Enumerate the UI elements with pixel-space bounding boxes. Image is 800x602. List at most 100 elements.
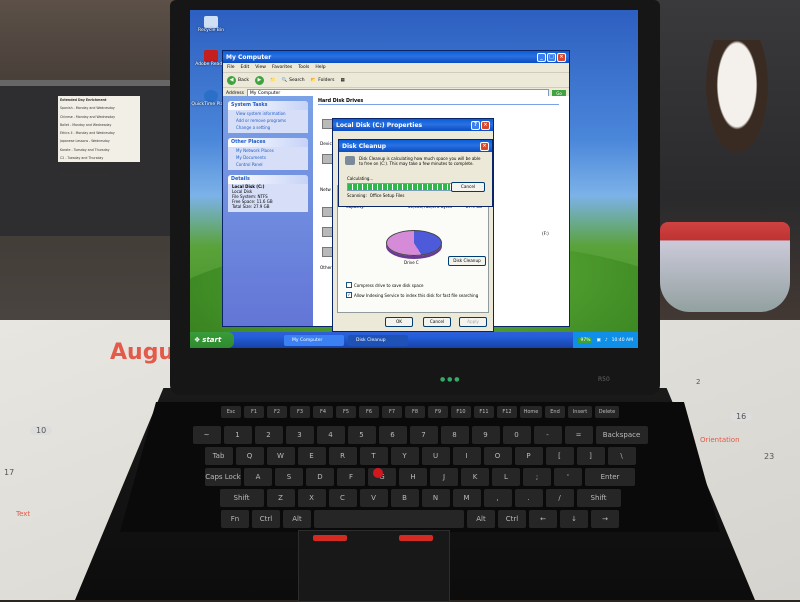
key[interactable]: ; <box>523 468 551 486</box>
ok-button[interactable]: OK <box>385 317 413 327</box>
key[interactable]: J <box>430 468 458 486</box>
clock[interactable]: 10:40 AM <box>612 338 633 343</box>
dialog-titlebar[interactable]: Local Disk (C:) Properties ? × <box>333 119 493 131</box>
key[interactable]: E <box>297 447 326 465</box>
folders-button[interactable]: 📂 Folders <box>311 78 335 83</box>
key[interactable]: ← <box>529 510 557 528</box>
close-button[interactable]: × <box>481 120 490 130</box>
details-header[interactable]: Details <box>228 175 308 184</box>
key[interactable]: D <box>306 468 334 486</box>
taskbar-item-disk-cleanup[interactable]: Disk Cleanup <box>348 334 408 346</box>
menu-tools[interactable]: Tools <box>298 65 309 70</box>
key[interactable]: Home <box>520 406 542 418</box>
task-link[interactable]: Change a setting <box>228 124 308 133</box>
key[interactable]: F6 <box>359 406 379 418</box>
key[interactable]: Esc <box>221 406 241 418</box>
key[interactable]: 4 <box>316 426 345 444</box>
key[interactable]: K <box>461 468 489 486</box>
back-button[interactable]: ◀ Back <box>227 75 249 85</box>
minimize-button[interactable]: _ <box>537 52 546 62</box>
apply-button[interactable]: Apply <box>459 317 487 327</box>
key[interactable]: Alt <box>467 510 495 528</box>
key[interactable]: A <box>244 468 272 486</box>
key[interactable]: F8 <box>405 406 425 418</box>
key[interactable]: F12 <box>497 406 517 418</box>
close-button[interactable]: × <box>480 141 489 151</box>
key[interactable]: F <box>337 468 365 486</box>
close-button[interactable]: × <box>557 52 566 62</box>
key[interactable]: 8 <box>440 426 469 444</box>
taskbar-item-my-computer[interactable]: My Computer <box>284 334 344 346</box>
system-tasks-header[interactable]: System Tasks <box>228 101 308 110</box>
key[interactable]: C <box>328 489 357 507</box>
key[interactable]: F10 <box>451 406 471 418</box>
compress-checkbox[interactable]: Compress drive to save disk space <box>346 282 424 288</box>
touchpad[interactable] <box>298 530 450 602</box>
key[interactable]: ' <box>554 468 582 486</box>
key[interactable]: Q <box>235 447 264 465</box>
key[interactable]: Delete <box>595 406 619 418</box>
start-button[interactable]: ❖ start <box>190 332 234 348</box>
key[interactable]: T <box>359 447 388 465</box>
key[interactable]: V <box>359 489 388 507</box>
key[interactable]: End <box>545 406 565 418</box>
volume-icon[interactable]: ♪ <box>605 338 608 343</box>
key[interactable]: Alt <box>283 510 311 528</box>
key[interactable]: Insert <box>568 406 592 418</box>
key[interactable]: Shift <box>219 489 264 507</box>
key[interactable]: B <box>390 489 419 507</box>
maximize-button[interactable]: □ <box>547 52 556 62</box>
key[interactable]: 2 <box>254 426 283 444</box>
key[interactable]: F11 <box>474 406 494 418</box>
key[interactable]: 5 <box>347 426 376 444</box>
key[interactable]: 7 <box>409 426 438 444</box>
desktop-icon-recycle-bin[interactable]: Recycle Bin <box>190 16 232 33</box>
menu-edit[interactable]: Edit <box>241 65 250 70</box>
trackpoint[interactable] <box>373 468 383 478</box>
disk-cleanup-button[interactable]: Disk Cleanup <box>448 256 486 266</box>
key[interactable]: \ <box>607 447 636 465</box>
key[interactable]: Ctrl <box>498 510 526 528</box>
cancel-button[interactable]: Cancel <box>451 182 485 192</box>
menu-help[interactable]: Help <box>315 65 325 70</box>
key[interactable]: L <box>492 468 520 486</box>
key[interactable]: 6 <box>378 426 407 444</box>
dialog-titlebar[interactable]: Disk Cleanup × <box>339 140 492 152</box>
key[interactable]: = <box>564 426 593 444</box>
key[interactable]: Tab <box>204 447 233 465</box>
forward-button[interactable]: ▶ <box>254 75 264 85</box>
key[interactable]: ] <box>576 447 605 465</box>
key[interactable]: 3 <box>285 426 314 444</box>
key[interactable]: Caps Lock <box>205 468 241 486</box>
key[interactable]: 1 <box>223 426 252 444</box>
cancel-button[interactable]: Cancel <box>423 317 451 327</box>
place-link[interactable]: My Documents <box>228 154 308 161</box>
menu-view[interactable]: View <box>255 65 266 70</box>
key[interactable]: Enter <box>585 468 635 486</box>
key[interactable]: → <box>591 510 619 528</box>
key[interactable]: [ <box>545 447 574 465</box>
key[interactable]: ↓ <box>560 510 588 528</box>
keyboard[interactable]: Esc F1 F2 F3 F4 F5 F6 F7 F8 F9 F10 F11 F12 Home End Ins… <box>120 402 720 532</box>
key[interactable]: S <box>275 468 303 486</box>
key[interactable]: F1 <box>244 406 264 418</box>
other-places-header[interactable]: Other Places <box>228 138 308 147</box>
key[interactable]: Z <box>266 489 295 507</box>
key[interactable]: F7 <box>382 406 402 418</box>
key[interactable]: ~ <box>192 426 221 444</box>
place-link[interactable]: My Network Places <box>228 147 308 154</box>
index-checkbox[interactable]: ✓ Allow Indexing Service to index this di… <box>346 292 478 298</box>
disk-cleanup-dialog[interactable]: Disk Cleanup × Disk Cleanup is calculati… <box>338 139 493 207</box>
key[interactable]: F4 <box>313 406 333 418</box>
battery-indicator[interactable]: 97% <box>578 337 593 343</box>
menu-favorites[interactable]: Favorites <box>272 65 292 70</box>
key[interactable]: U <box>421 447 450 465</box>
key[interactable]: H <box>399 468 427 486</box>
key[interactable]: X <box>297 489 326 507</box>
key[interactable]: N <box>421 489 450 507</box>
space-bar[interactable] <box>314 510 464 528</box>
key[interactable]: R <box>328 447 357 465</box>
right-mouse-button[interactable] <box>399 535 433 541</box>
key[interactable]: F9 <box>428 406 448 418</box>
key[interactable]: P <box>514 447 543 465</box>
